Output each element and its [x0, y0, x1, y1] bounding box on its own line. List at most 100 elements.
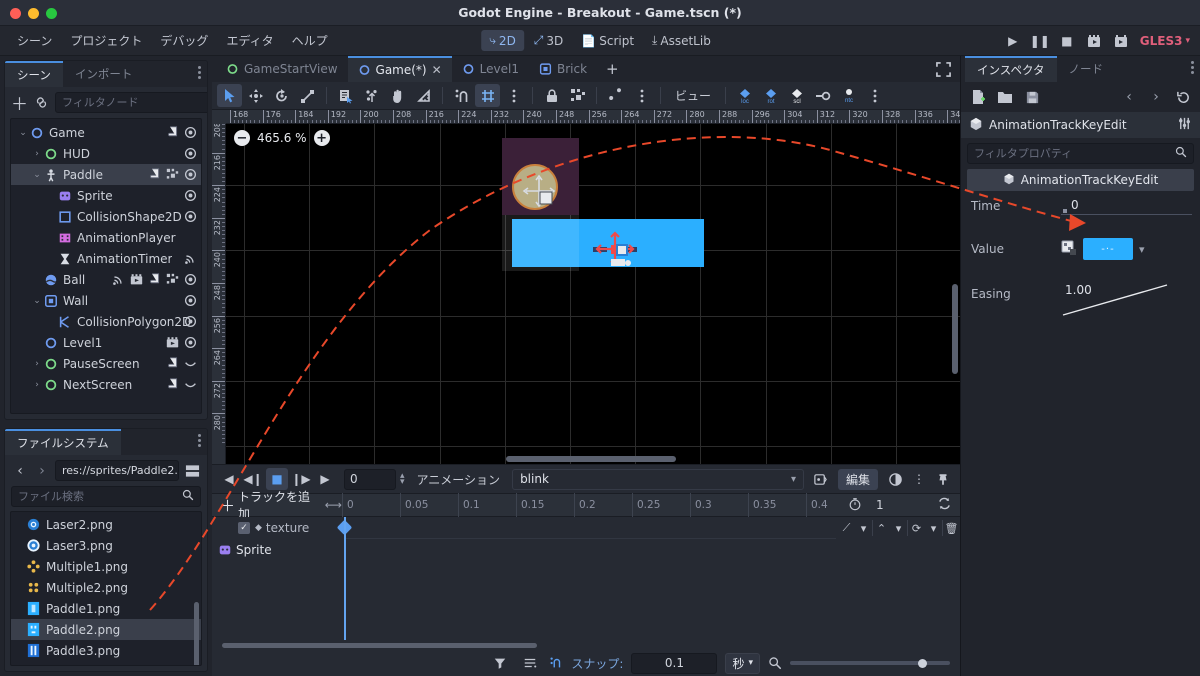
- key-loc-icon[interactable]: loc: [732, 84, 757, 107]
- script-icon[interactable]: [166, 357, 179, 370]
- close-window-button[interactable]: [10, 8, 21, 19]
- tab-inspector[interactable]: インスペクタ: [965, 56, 1057, 82]
- view-menu-button[interactable]: ビュー: [667, 84, 719, 107]
- inspector-filter-field[interactable]: [967, 143, 1194, 164]
- tools-icon[interactable]: [1177, 116, 1192, 134]
- stopwatch-icon[interactable]: [848, 497, 862, 514]
- scene-filter-field[interactable]: [55, 92, 207, 113]
- twist-icon[interactable]: ›: [31, 380, 43, 390]
- visibility-icon[interactable]: [184, 210, 197, 223]
- animation-horizontal-scrollbar[interactable]: [212, 640, 960, 650]
- file-list-item[interactable]: Laser2.png: [11, 514, 201, 535]
- script-icon[interactable]: [148, 168, 161, 181]
- visibility-off-icon[interactable]: [184, 357, 197, 370]
- edit-animation-button[interactable]: 編集: [837, 468, 878, 490]
- editor-tab-brick[interactable]: Brick: [529, 56, 597, 82]
- list-icon[interactable]: [519, 652, 541, 674]
- hand-mode-icon[interactable]: [385, 84, 410, 107]
- scene-tree-item-nextscreen[interactable]: › NextScreen: [11, 374, 201, 395]
- chevron-down-icon[interactable]: ▾: [1139, 243, 1145, 256]
- chevron-down-icon[interactable]: ▾: [890, 517, 907, 539]
- timeline-zoom-slider[interactable]: [790, 658, 950, 668]
- animation-selector[interactable]: blink ▾: [512, 468, 804, 490]
- file-list-item[interactable]: Paddle2.png: [11, 619, 201, 640]
- key-insert-icon[interactable]: [810, 84, 835, 107]
- twist-icon[interactable]: ›: [31, 359, 43, 369]
- skeleton-bone-icon[interactable]: [603, 84, 628, 107]
- signal-icon[interactable]: [184, 252, 197, 265]
- scene-tree-item-hud[interactable]: › HUD: [11, 143, 201, 164]
- file-list-item[interactable]: Paddle1.png: [11, 598, 201, 619]
- renderer-selector[interactable]: GLES3 ▾: [1140, 34, 1190, 48]
- play-custom-scene-icon[interactable]: [1113, 33, 1129, 49]
- visibility-icon[interactable]: [184, 168, 197, 181]
- animation-track-node[interactable]: Sprite: [212, 539, 960, 561]
- plus-icon[interactable]: +: [313, 130, 330, 146]
- list-select-icon[interactable]: [333, 84, 358, 107]
- viewport-horizontal-scrollbar[interactable]: [506, 456, 676, 462]
- visibility-icon[interactable]: [184, 315, 197, 328]
- play-backwards-icon[interactable]: ◀❙: [242, 468, 264, 490]
- group-icon[interactable]: [166, 273, 179, 286]
- move-mode-icon[interactable]: [243, 84, 268, 107]
- script-icon[interactable]: [148, 273, 161, 286]
- add-scene-tab-button[interactable]: +: [597, 60, 628, 78]
- file-list-item[interactable]: Multiple2.png: [11, 577, 201, 598]
- spin-arrows-icon[interactable]: ▴ ▾: [400, 472, 405, 487]
- pin-icon[interactable]: [932, 468, 954, 490]
- blend-icon[interactable]: [884, 468, 906, 490]
- key-auto-icon[interactable]: ntc: [836, 84, 861, 107]
- loop-wrap-icon[interactable]: ⌃: [873, 517, 890, 539]
- scene-tree-item-collisionpolygon2d[interactable]: CollisionPolygon2D: [11, 311, 201, 332]
- visibility-icon[interactable]: [184, 189, 197, 202]
- scene-tree-item-animationtimer[interactable]: AnimationTimer: [11, 248, 201, 269]
- timeline-zoom-knob[interactable]: [918, 658, 927, 668]
- twist-icon[interactable]: ⌄: [31, 296, 43, 306]
- filesystem-search-input[interactable]: [18, 490, 182, 503]
- forward-icon[interactable]: ›: [1147, 88, 1165, 106]
- file-list-item[interactable]: Laser3.png: [11, 535, 201, 556]
- mode-script-button[interactable]: 📄 Script: [573, 31, 642, 51]
- signal-icon[interactable]: [112, 273, 125, 286]
- visibility-icon[interactable]: [184, 336, 197, 349]
- scene-tree-item-pausescreen[interactable]: › PauseScreen: [11, 353, 201, 374]
- play-backwards-from-end-icon[interactable]: ◀: [218, 468, 240, 490]
- filesystem-file-list[interactable]: Laser2.png Laser3.png Multiple1.png Multipl…: [10, 511, 202, 666]
- filter-icon[interactable]: [489, 652, 511, 674]
- save-icon[interactable]: [1023, 88, 1041, 106]
- timeline-playhead[interactable]: [344, 517, 346, 640]
- pause-icon[interactable]: ❚❚: [1030, 33, 1050, 49]
- chevron-left-icon[interactable]: ‹: [11, 462, 29, 480]
- menu-editor[interactable]: エディタ: [217, 29, 282, 52]
- close-icon[interactable]: ✕: [432, 63, 442, 77]
- file-list-item[interactable]: Multiple1.png: [11, 556, 201, 577]
- scene-filter-input[interactable]: [62, 96, 207, 109]
- tab-import[interactable]: インポート: [63, 61, 145, 87]
- animation-track-property[interactable]: ✓ ◆ texture ⟋ ▾ ⌃ ▾ ⟳ ▾ 🗑: [212, 517, 960, 539]
- menu-scene[interactable]: シーン: [8, 29, 61, 52]
- instance-link-icon[interactable]: [34, 94, 49, 112]
- minus-icon[interactable]: −: [234, 130, 250, 146]
- visibility-icon[interactable]: [184, 126, 197, 139]
- new-resource-icon[interactable]: [969, 88, 987, 106]
- scene-tree-item-sprite[interactable]: Sprite: [11, 185, 201, 206]
- play-scene-icon[interactable]: [130, 273, 143, 286]
- editor-tab-level1[interactable]: Level1: [452, 56, 529, 82]
- script-icon[interactable]: [166, 378, 179, 391]
- scene-tree-item-level1[interactable]: Level1: [11, 332, 201, 353]
- inspector-filter-input[interactable]: [974, 147, 1175, 160]
- scene-tree-item-collisionshape2d[interactable]: CollisionShape2D: [11, 206, 201, 227]
- track-enabled-checkbox[interactable]: ✓: [238, 522, 250, 534]
- mode-2d-button[interactable]: ⤷ 2D: [481, 30, 524, 51]
- visibility-icon[interactable]: [184, 273, 197, 286]
- toggle-grid-snap-icon[interactable]: [475, 84, 500, 107]
- file-list-item[interactable]: Paddle3.png: [11, 640, 201, 661]
- chevron-right-icon[interactable]: ›: [33, 462, 51, 480]
- resize-arrow-icon[interactable]: ⟷: [325, 498, 342, 512]
- scene-tree-item-game[interactable]: ⌄ Game: [11, 122, 201, 143]
- vertical-dots-icon[interactable]: ⋮: [908, 468, 930, 490]
- ruler-mode-icon[interactable]: [411, 84, 436, 107]
- loop-icon[interactable]: [937, 496, 952, 514]
- play-icon[interactable]: ▶: [1005, 33, 1021, 49]
- property-time-value[interactable]: 0: [1061, 197, 1192, 215]
